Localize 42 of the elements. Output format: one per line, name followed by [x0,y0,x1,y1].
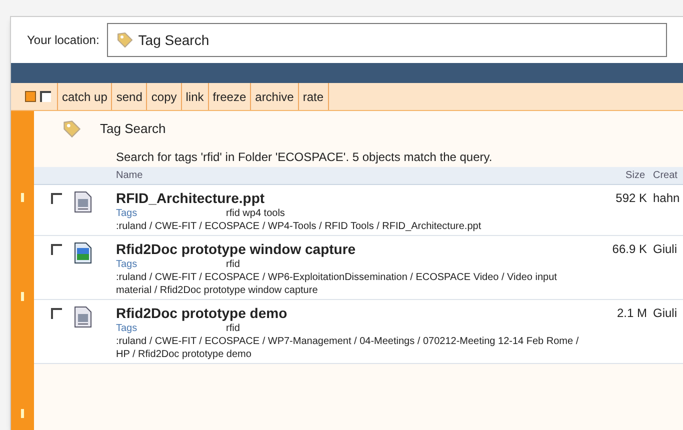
column-header: Size [624,169,646,183]
search-summary: Search for tags 'rfid' in Folder 'ECOSPACE'. 5 objects match the query. [115,149,494,166]
column-header: Name [115,169,144,183]
toolbar-button[interactable]: send [111,83,146,110]
creator-name: Giuli [652,305,678,322]
document-icon [74,306,92,328]
page-heading: Tag Search [100,120,166,138]
checkbox[interactable] [51,193,62,204]
checkbox[interactable] [40,91,51,102]
toolbar-button[interactable]: link [180,83,208,110]
file-size: 592 K [614,190,647,207]
file-path: :ruland / CWE-FIT / ECOSPACE / WP4-Tools / RFID Tools / RFID_Architecture.ppt [116,220,482,233]
toolbar-button[interactable]: rate [298,83,328,110]
creator-name: Giuli [652,241,678,258]
image-file-icon [74,242,92,264]
file-size: 2.1 M [616,305,647,322]
file-size: 66.9 K [611,241,647,258]
tags-value: rfid [226,322,240,335]
location-label: Your location: [27,32,100,49]
file-path: :ruland / CWE-FIT / ECOSPACE / WP6-ExploitationDissemination / ECOSPACE Video / Video input material / Rfid2Doc prototype window capture [116,271,558,297]
file-name-link[interactable]: Rfid2Doc prototype demo [116,304,603,322]
tag-icon [62,119,82,139]
tags-label: Tags [116,207,138,220]
checkbox[interactable] [25,91,36,102]
file-name-link[interactable]: RFID_Architecture.ppt [116,189,603,207]
tag-icon [116,31,134,49]
toolbar-button[interactable]: freeze [208,83,250,110]
creator-name: hahn [652,190,681,207]
tags-value: rfid [226,258,240,271]
tags-label: Tags [116,322,138,335]
checkbox[interactable] [51,308,62,319]
file-path: :ruland / CWE-FIT / ECOSPACE / WP7-Management / 04-Meetings / 070212-Meeting 12-14 Feb Rome / HP / Rfid2Doc prototype demo [116,335,580,361]
file-name-link[interactable]: Rfid2Doc prototype window capture [116,240,603,258]
checkbox[interactable] [51,244,62,255]
location-field[interactable]: Tag Search [107,23,667,57]
toolbar-button[interactable]: catch up [57,83,112,110]
toolbar-button[interactable]: copy [146,83,181,110]
tags-value: rfid wp4 tools [226,207,285,220]
tags-label: Tags [116,258,138,271]
column-header: Creat [652,169,678,183]
toolbar-button[interactable]: archive [250,83,298,110]
document-icon [74,191,92,213]
